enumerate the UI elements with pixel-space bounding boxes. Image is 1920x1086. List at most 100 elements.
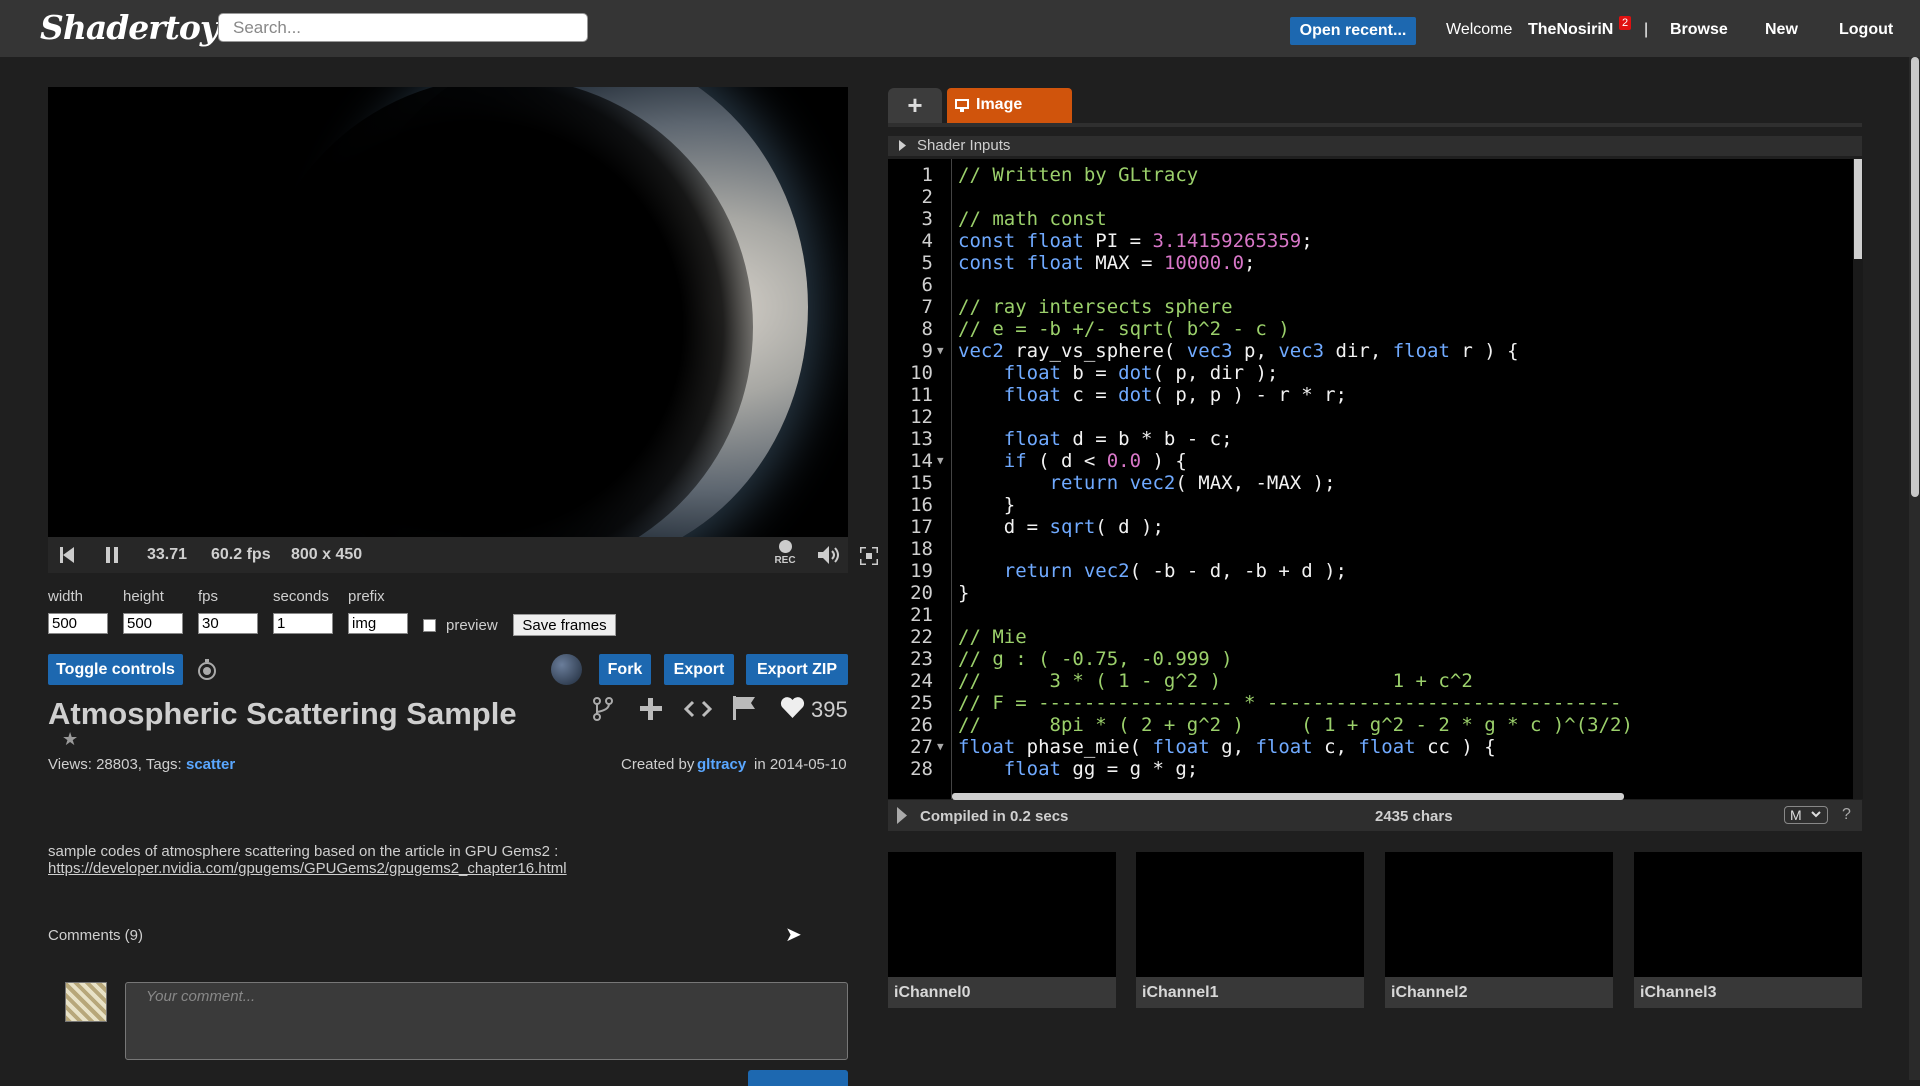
line-number: 22 xyxy=(910,626,933,648)
prefix-label: prefix xyxy=(348,588,385,605)
code-line[interactable]: 18 xyxy=(888,538,1863,560)
shader-inputs-toggle[interactable]: Shader Inputs xyxy=(888,136,1862,156)
nav-new-link[interactable]: New xyxy=(1765,21,1798,39)
preview-checkbox[interactable] xyxy=(423,619,436,632)
editor-mode-select[interactable]: M xyxy=(1784,806,1828,824)
fork-button[interactable]: Fork xyxy=(599,654,651,685)
help-icon[interactable]: ? xyxy=(1842,806,1851,824)
height-input[interactable] xyxy=(123,613,183,634)
page-scrollbar[interactable] xyxy=(1909,57,1920,1080)
code-line[interactable]: 27 ▼ float phase_mie( float g, float c, fl… xyxy=(888,736,1863,758)
code-text: if ( d < 0.0 ) { xyxy=(1003,450,1187,472)
code-line[interactable]: 3 // math const xyxy=(888,208,1863,230)
code-line[interactable]: 15 return vec2( MAX, -MAX ); xyxy=(888,472,1863,494)
search-input[interactable] xyxy=(218,13,588,42)
fps-label: fps xyxy=(198,588,219,605)
fullscreen-icon[interactable] xyxy=(860,547,878,565)
line-number: 5 xyxy=(921,252,933,274)
code-line[interactable]: 11 float c = dot( p, p ) - r * r; xyxy=(888,384,1863,406)
branch-icon[interactable] xyxy=(592,696,614,722)
editor-scrollbar-thumb[interactable] xyxy=(1854,159,1862,259)
width-input[interactable] xyxy=(48,613,108,634)
code-line[interactable]: 25 // F = ----------------- * -----------… xyxy=(888,692,1863,714)
heart-icon[interactable] xyxy=(780,697,805,719)
star-icon[interactable]: ★ xyxy=(62,729,78,750)
stopwatch-icon[interactable] xyxy=(197,659,217,681)
ichannel3-slot[interactable]: iChannel3 xyxy=(1634,852,1862,1008)
shadertoy-logo[interactable]: Shadertoy xyxy=(40,8,219,47)
tag-link[interactable]: scatter xyxy=(186,756,235,773)
code-line[interactable]: 23 // g : ( -0.75, -0.999 ) xyxy=(888,648,1863,670)
line-number: 20 xyxy=(910,582,933,604)
code-line[interactable]: 10 float b = dot( p, dir ); xyxy=(888,362,1863,384)
description-link[interactable]: https://developer.nvidia.com/gpugems/GPU… xyxy=(48,860,567,877)
code-line[interactable]: 16 } xyxy=(888,494,1863,516)
author-link[interactable]: gltracy xyxy=(697,756,746,773)
code-line[interactable]: 26 // 8pi * ( 2 + g^2 ) ( 1 + g^2 - 2 * g… xyxy=(888,714,1863,736)
line-number: 7 xyxy=(921,296,933,318)
code-line[interactable]: 28 float gg = g * g; xyxy=(888,758,1863,780)
shader-thumbnail-icon[interactable] xyxy=(551,654,582,685)
page-scrollbar-thumb[interactable] xyxy=(1911,57,1919,497)
fold-arrow-icon[interactable]: ▼ xyxy=(937,736,944,758)
notification-badge[interactable]: 2 xyxy=(1619,16,1632,30)
line-number: 11 xyxy=(910,384,933,406)
comment-input[interactable]: Your comment... xyxy=(125,982,848,1060)
code-line[interactable]: 5 const float MAX = 10000.0; xyxy=(888,252,1863,274)
code-line[interactable]: 20} xyxy=(888,582,1863,604)
preview-label: preview xyxy=(446,617,498,634)
shader-canvas[interactable] xyxy=(48,87,848,537)
nav-browse-link[interactable]: Browse xyxy=(1670,21,1728,39)
compile-play-icon[interactable] xyxy=(897,807,907,824)
line-number: 25 xyxy=(910,692,933,714)
add-tab-button[interactable]: + xyxy=(888,88,942,123)
code-editor[interactable]: 1 // Written by GLtracy 2 3 // math const 4 co… xyxy=(888,159,1863,799)
prefix-input[interactable] xyxy=(348,613,408,634)
code-line[interactable]: 13 float d = b * b - c; xyxy=(888,428,1863,450)
ichannel2-slot[interactable]: iChannel2 xyxy=(1385,852,1613,1008)
toggle-controls-button[interactable]: Toggle controls xyxy=(48,654,183,685)
code-line[interactable]: 14 ▼ if ( d < 0.0 ) { xyxy=(888,450,1863,472)
nav-logout-link[interactable]: Logout xyxy=(1839,21,1893,39)
editor-status-bar: Compiled in 0.2 secs 2435 chars M ? xyxy=(888,800,1862,831)
code-text: float phase_mie( float g, float c, float… xyxy=(958,736,1496,758)
export-button[interactable]: Export xyxy=(664,654,734,685)
export-zip-button[interactable]: Export ZIP xyxy=(746,654,848,685)
code-text: // F = ----------------- * -------------… xyxy=(958,692,1622,714)
code-line[interactable]: 21 xyxy=(888,604,1863,626)
volume-icon[interactable] xyxy=(818,546,842,564)
add-icon[interactable] xyxy=(640,698,662,720)
code-line[interactable]: 4 const float PI = 3.14159265359; xyxy=(888,230,1863,252)
username-link[interactable]: TheNosiriN xyxy=(1528,21,1613,39)
fps-input[interactable] xyxy=(198,613,258,634)
ichannel1-slot[interactable]: iChannel1 xyxy=(1136,852,1364,1008)
code-line[interactable]: 19 return vec2( -b - d, -b + d ); xyxy=(888,560,1863,582)
code-line[interactable]: 8 // e = -b +/- sqrt( b^2 - c ) xyxy=(888,318,1863,340)
code-line[interactable]: 17 d = sqrt( d ); xyxy=(888,516,1863,538)
editor-vertical-scrollbar[interactable] xyxy=(1853,159,1863,799)
save-frames-button[interactable]: Save frames xyxy=(513,614,616,636)
rewind-icon[interactable] xyxy=(60,547,74,563)
created-date: in 2014-05-10 xyxy=(754,756,847,773)
code-line[interactable]: 7 // ray intersects sphere xyxy=(888,296,1863,318)
fold-arrow-icon[interactable]: ▼ xyxy=(937,340,944,362)
code-line[interactable]: 9 ▼ vec2 ray_vs_sphere( vec3 p, vec3 dir, … xyxy=(888,340,1863,362)
tab-image[interactable]: Image xyxy=(947,88,1072,123)
post-comment-button[interactable] xyxy=(748,1070,848,1086)
fold-arrow-icon[interactable]: ▼ xyxy=(937,450,944,472)
code-line[interactable]: 1 // Written by GLtracy xyxy=(888,164,1863,186)
embed-code-icon[interactable] xyxy=(684,700,712,718)
record-button[interactable]: REC xyxy=(770,540,800,566)
seconds-input[interactable] xyxy=(273,613,333,634)
code-line[interactable]: 22 // Mie xyxy=(888,626,1863,648)
code-line[interactable]: 24 // 3 * ( 1 - g^2 ) 1 + c^2 xyxy=(888,670,1863,692)
compile-status: Compiled in 0.2 secs xyxy=(920,808,1069,825)
editor-horizontal-scrollbar[interactable] xyxy=(952,793,1624,800)
pause-icon[interactable] xyxy=(106,547,118,563)
code-line[interactable]: 12 xyxy=(888,406,1863,428)
code-line[interactable]: 6 xyxy=(888,274,1863,296)
code-line[interactable]: 2 xyxy=(888,186,1863,208)
open-recent-button[interactable]: Open recent... xyxy=(1290,17,1416,45)
ichannel0-slot[interactable]: iChannel0 xyxy=(888,852,1116,1008)
flag-icon[interactable] xyxy=(733,696,757,720)
